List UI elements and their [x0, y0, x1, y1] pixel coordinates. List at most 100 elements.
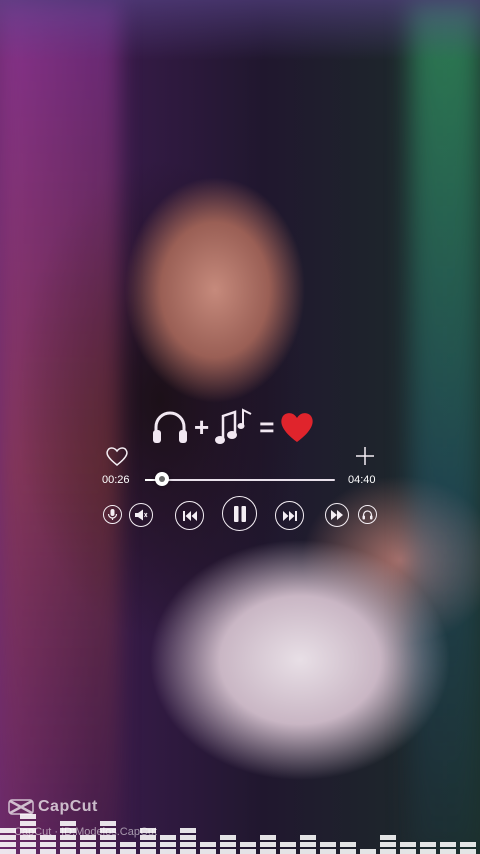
equalizer-bar-segment	[0, 849, 16, 854]
next-button[interactable]	[275, 501, 304, 530]
equalizer-bar-segment	[20, 849, 36, 854]
headset-icon	[362, 510, 373, 520]
equalizer-bar-segment	[200, 849, 216, 854]
pause-button[interactable]	[222, 496, 257, 531]
equalizer-bar-segment	[100, 849, 116, 854]
equalizer-bar-segment	[60, 835, 76, 840]
progress-track[interactable]	[145, 479, 335, 481]
equalizer-bar-segment	[100, 828, 116, 833]
equalizer-bar-segment	[340, 849, 356, 854]
headset-button[interactable]	[358, 505, 377, 524]
total-time: 04:40	[348, 474, 376, 486]
equalizer-bar-segment	[140, 828, 156, 833]
equalizer-bar-segment	[380, 835, 396, 840]
skip-next-icon	[282, 510, 297, 521]
pause-icon	[233, 505, 246, 522]
equalizer-bar-segment	[180, 842, 196, 847]
forward-button[interactable]	[325, 503, 349, 527]
light-leak-right	[410, 0, 480, 854]
equalizer-bar-segment	[300, 849, 316, 854]
equalizer-bar-segment	[140, 835, 156, 840]
music-player: 00:26 04:40	[100, 445, 390, 535]
fast-forward-icon	[331, 510, 343, 520]
equalizer-bar-segment	[260, 842, 276, 847]
equalizer-bar-segment	[20, 821, 36, 826]
equalizer-bar-segment	[400, 849, 416, 854]
equalizer-bar-segment	[280, 849, 296, 854]
equalizer-bar-segment	[160, 849, 176, 854]
equalizer-bar-segment	[380, 842, 396, 847]
music-notes-icon	[213, 406, 255, 448]
equalizer-bar-segment	[100, 842, 116, 847]
equals-sign: =	[259, 411, 275, 442]
headphones-icon	[150, 407, 190, 447]
equalizer-bar-segment	[220, 842, 236, 847]
equalizer-bar-segment	[260, 835, 276, 840]
equalizer-bar-segment	[100, 835, 116, 840]
heart-icon	[278, 409, 316, 445]
equalizer-bar-segment	[40, 842, 56, 847]
equalizer-bar-segment	[420, 849, 436, 854]
light-leak-left	[0, 0, 120, 854]
heart-outline-icon[interactable]	[105, 445, 129, 472]
equalizer-bar-segment	[440, 849, 456, 854]
microphone-icon	[107, 509, 118, 520]
equalizer-bar-segment	[20, 814, 36, 819]
equalizer-bar-segment	[220, 849, 236, 854]
equalizer-bar-segment	[400, 842, 416, 847]
previous-button[interactable]	[175, 501, 204, 530]
equalizer-bar-segment	[80, 849, 96, 854]
equalizer-bar-segment	[20, 835, 36, 840]
equalizer-bar-segment	[0, 835, 16, 840]
equalizer-bar-segment	[40, 835, 56, 840]
equalizer-bar-segment	[180, 835, 196, 840]
equalizer-bar-segment	[20, 842, 36, 847]
equalizer-bar-segment	[120, 849, 136, 854]
equalizer-bar-segment	[300, 842, 316, 847]
elapsed-time: 00:26	[102, 474, 130, 486]
equalizer-bar-segment	[300, 835, 316, 840]
equalizer-bar-segment	[60, 828, 76, 833]
equalizer-bar-segment	[360, 849, 376, 854]
equalizer-bar-segment	[180, 828, 196, 833]
microphone-button[interactable]	[103, 505, 122, 524]
equalizer-bar-segment	[20, 828, 36, 833]
equalizer-bar-segment	[220, 835, 236, 840]
equalizer-bar-segment	[60, 842, 76, 847]
equalizer-bar-segment	[180, 849, 196, 854]
equalizer-bar-segment	[420, 842, 436, 847]
equalizer-bar-segment	[160, 842, 176, 847]
equalizer-bar-segment	[320, 849, 336, 854]
equalizer-bar-segment	[80, 835, 96, 840]
equalizer-bar-segment	[380, 849, 396, 854]
equalizer-bar-segment	[340, 842, 356, 847]
audio-equalizer	[0, 774, 480, 854]
equalizer-bar-segment	[140, 849, 156, 854]
equalizer-bar-segment	[240, 849, 256, 854]
equalizer-bar-segment	[80, 842, 96, 847]
equalizer-bar-segment	[440, 842, 456, 847]
equalizer-bar-segment	[280, 842, 296, 847]
speaker-icon	[135, 509, 148, 521]
skip-previous-icon	[182, 510, 197, 521]
equalizer-bar-segment	[40, 849, 56, 854]
equalizer-bar-segment	[320, 842, 336, 847]
equalizer-bar-segment	[140, 842, 156, 847]
equalizer-bar-segment	[240, 842, 256, 847]
equalizer-bar-segment	[60, 849, 76, 854]
equalizer-bar-segment	[460, 849, 476, 854]
equalizer-bar-segment	[0, 828, 16, 833]
progress-knob[interactable]	[155, 472, 170, 486]
equalizer-bar-segment	[120, 842, 136, 847]
volume-button[interactable]	[129, 503, 153, 527]
plus-icon[interactable]	[354, 445, 376, 472]
equalizer-bar-segment	[260, 849, 276, 854]
music-love-equation: + =	[150, 406, 316, 448]
equalizer-bar-segment	[160, 835, 176, 840]
equalizer-bar-segment	[100, 821, 116, 826]
equalizer-bar-segment	[460, 842, 476, 847]
equalizer-bar-segment	[60, 821, 76, 826]
equalizer-bar-segment	[0, 842, 16, 847]
equalizer-bar-segment	[200, 842, 216, 847]
plus-sign: +	[194, 411, 210, 442]
